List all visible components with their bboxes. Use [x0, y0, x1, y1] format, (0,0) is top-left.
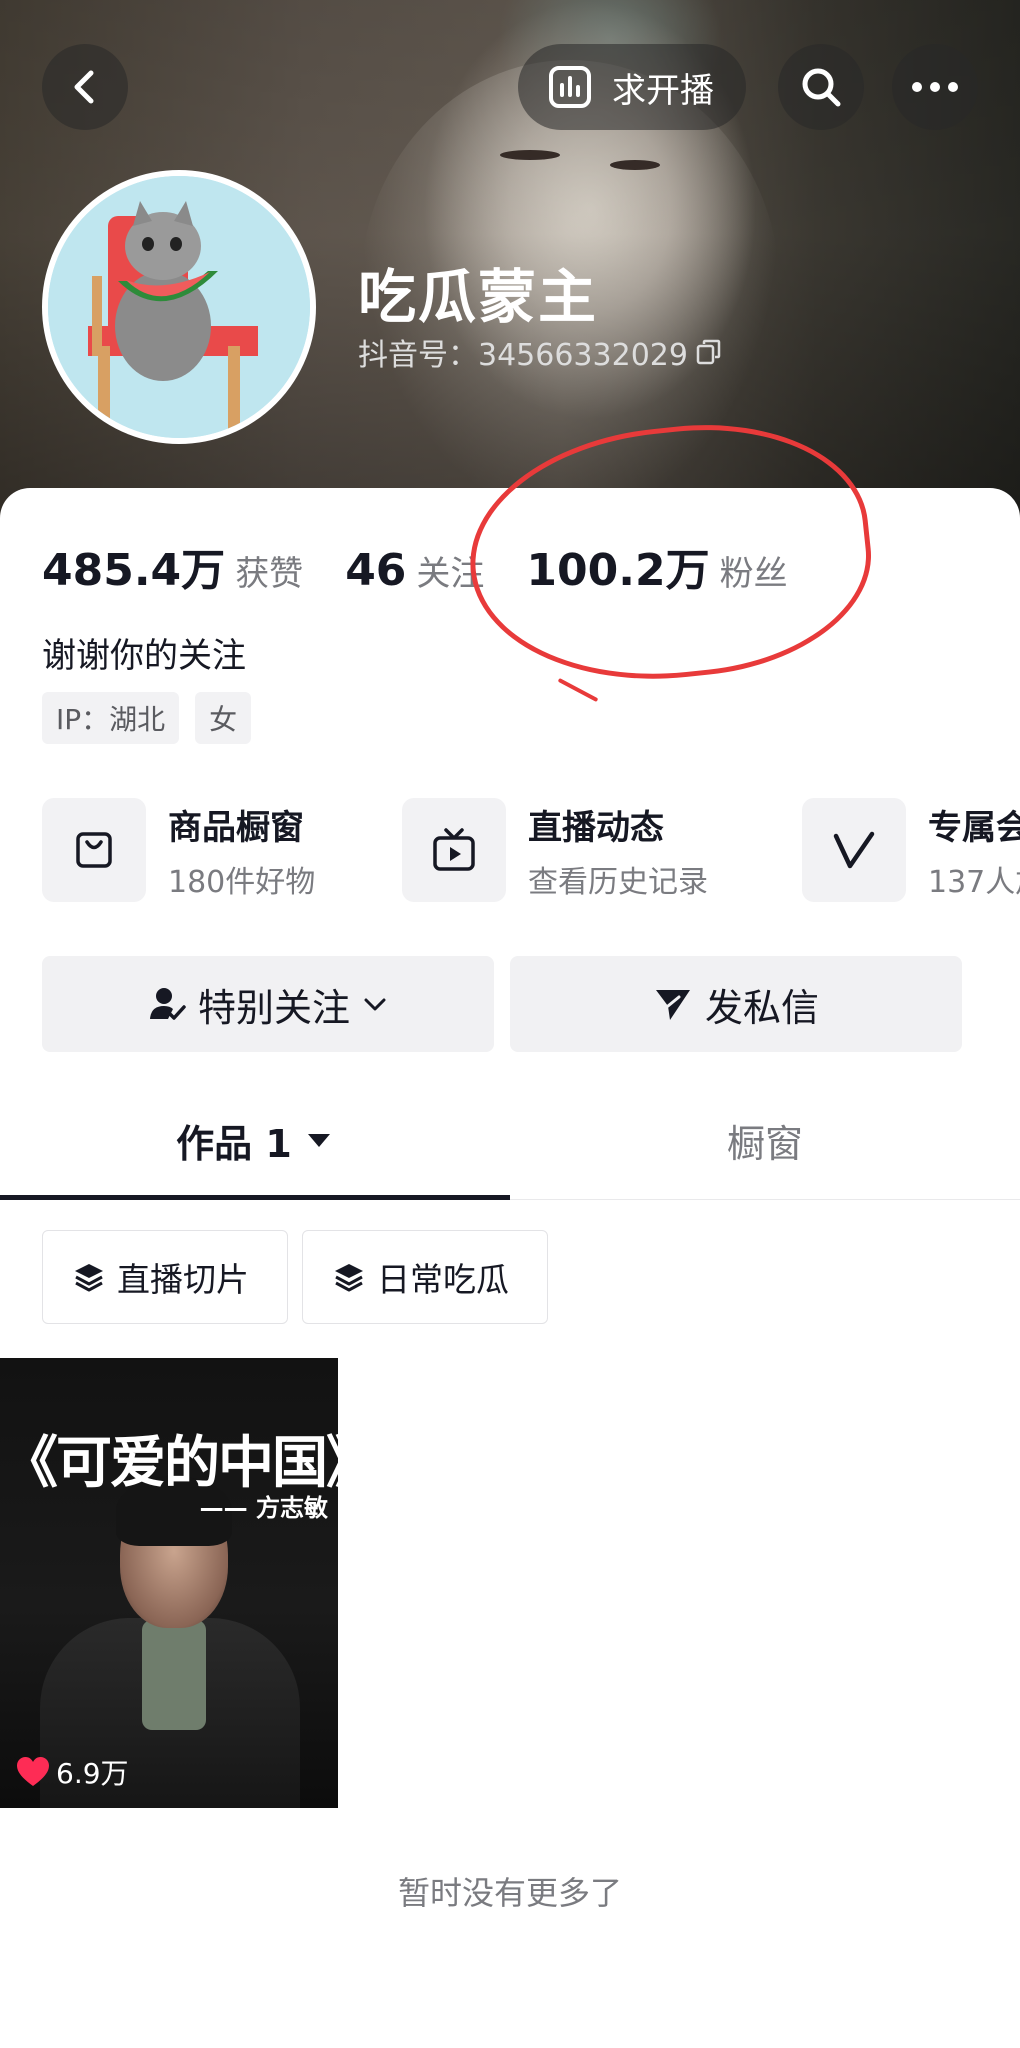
request-live-label: 求开播: [612, 70, 714, 111]
caret-down-icon: [307, 1134, 330, 1147]
video-thumbnail[interactable]: 《可爱的中国》 —— 方志敏 6.9万: [0, 1358, 338, 1808]
tag-list: IP：湖北 女: [42, 692, 252, 744]
video-person-shirt: [142, 1620, 206, 1730]
video-author: —— 方志敏: [199, 1494, 328, 1522]
video-likes: 6.9万: [16, 1752, 129, 1792]
feature-entries: 商品橱窗 180件好物 直播动态 查看历史记录 专属会 137人: [42, 798, 1020, 908]
video-title: 《可爱的中国》: [2, 1431, 338, 1496]
heart-icon: [17, 1757, 49, 1786]
search-icon: [802, 68, 841, 107]
live-updates-title: 直播动态: [528, 807, 664, 848]
shopping-bag-icon: [76, 832, 112, 868]
tab-works[interactable]: 作品 1: [0, 1080, 510, 1200]
douyin-id[interactable]: 抖音号：34566332029: [358, 330, 722, 374]
video-likes-count: 6.9万: [56, 1757, 129, 1790]
avatar[interactable]: [42, 170, 316, 444]
ip-location-tag: IP：湖北: [42, 692, 180, 744]
bio-text: 谢谢你的关注: [42, 636, 246, 676]
action-buttons: 特别关注 发私信: [42, 956, 962, 1052]
bar-chart-icon: [549, 66, 591, 108]
shop-window-entry[interactable]: 商品橱窗 180件好物: [42, 798, 315, 902]
live-updates-text: 直播动态 查看历史记录: [528, 800, 708, 901]
f-icon-wrapper: [802, 798, 906, 902]
tv-icon: [433, 828, 475, 871]
tab-active-indicator: [0, 1195, 510, 1200]
chevron-down-icon: [364, 998, 386, 1011]
collection-chips: 直播切片 日常吃瓜: [42, 1230, 548, 1324]
f-icon-wrapper: [42, 798, 146, 902]
send-message-label: 发私信: [704, 985, 819, 1030]
back-button[interactable]: [42, 44, 128, 130]
content-tabs: 作品 1 橱窗: [0, 1080, 1020, 1200]
chip-live-clips-label: 直播切片: [117, 1260, 249, 1299]
shop-window-title: 商品橱窗: [168, 807, 304, 848]
f-icon-wrapper: [402, 798, 506, 902]
v-badge-icon: [833, 831, 875, 869]
tab-works-label: 作品 1: [176, 1121, 292, 1166]
user-check-icon: [149, 988, 186, 1020]
following-count[interactable]: 46: [345, 545, 406, 596]
likes-label: 获赞: [235, 554, 304, 594]
more-button[interactable]: [892, 44, 978, 130]
red-circle-annotation-tail: [557, 677, 599, 703]
exclusive-group-title: 专属会: [928, 807, 1020, 848]
exclusive-group-subtitle: 137人加: [928, 864, 1020, 900]
shop-window-subtitle: 180件好物: [168, 864, 316, 900]
nickname: 吃瓜蒙主: [358, 263, 599, 331]
likes-count: 485.4万: [42, 545, 226, 596]
cat-avatar-image: [48, 176, 310, 438]
search-button[interactable]: [778, 44, 864, 130]
send-icon: [655, 990, 690, 1020]
send-message-button[interactable]: 发私信: [510, 956, 962, 1052]
chip-live-clips[interactable]: 直播切片: [42, 1230, 288, 1324]
profile-card: 485.4万 获赞 46 关注 100.2万 粉丝 谢谢你的关注 IP：湖北 女…: [0, 407, 1020, 2048]
chip-daily-gossip-label: 日常吃瓜: [377, 1260, 509, 1299]
special-follow-label: 特别关注: [197, 985, 350, 1030]
more-dots-icon: [912, 82, 958, 92]
tab-showcase[interactable]: 橱窗: [510, 1080, 1020, 1200]
chip-daily-gossip[interactable]: 日常吃瓜: [302, 1230, 548, 1324]
live-updates-entry[interactable]: 直播动态 查看历史记录: [402, 798, 708, 902]
no-more-text: 暂时没有更多了: [397, 1874, 622, 1912]
request-live-button[interactable]: 求开播: [518, 44, 746, 130]
layers-icon: [75, 1264, 103, 1292]
layers-icon: [335, 1264, 363, 1292]
special-follow-button[interactable]: 特别关注: [42, 956, 494, 1052]
tab-showcase-label: 橱窗: [726, 1121, 803, 1166]
chevron-left-icon: [74, 70, 94, 104]
shop-window-text: 商品橱窗 180件好物: [168, 800, 315, 901]
live-updates-subtitle: 查看历史记录: [528, 864, 708, 900]
douyin-id-text: 抖音号：34566332029: [358, 338, 688, 373]
gender-tag: 女: [195, 692, 252, 744]
exclusive-group-entry[interactable]: 专属会 137人加: [802, 798, 1020, 902]
exclusive-group-text: 专属会 137人加: [928, 800, 1020, 901]
copy-icon[interactable]: [696, 339, 722, 365]
